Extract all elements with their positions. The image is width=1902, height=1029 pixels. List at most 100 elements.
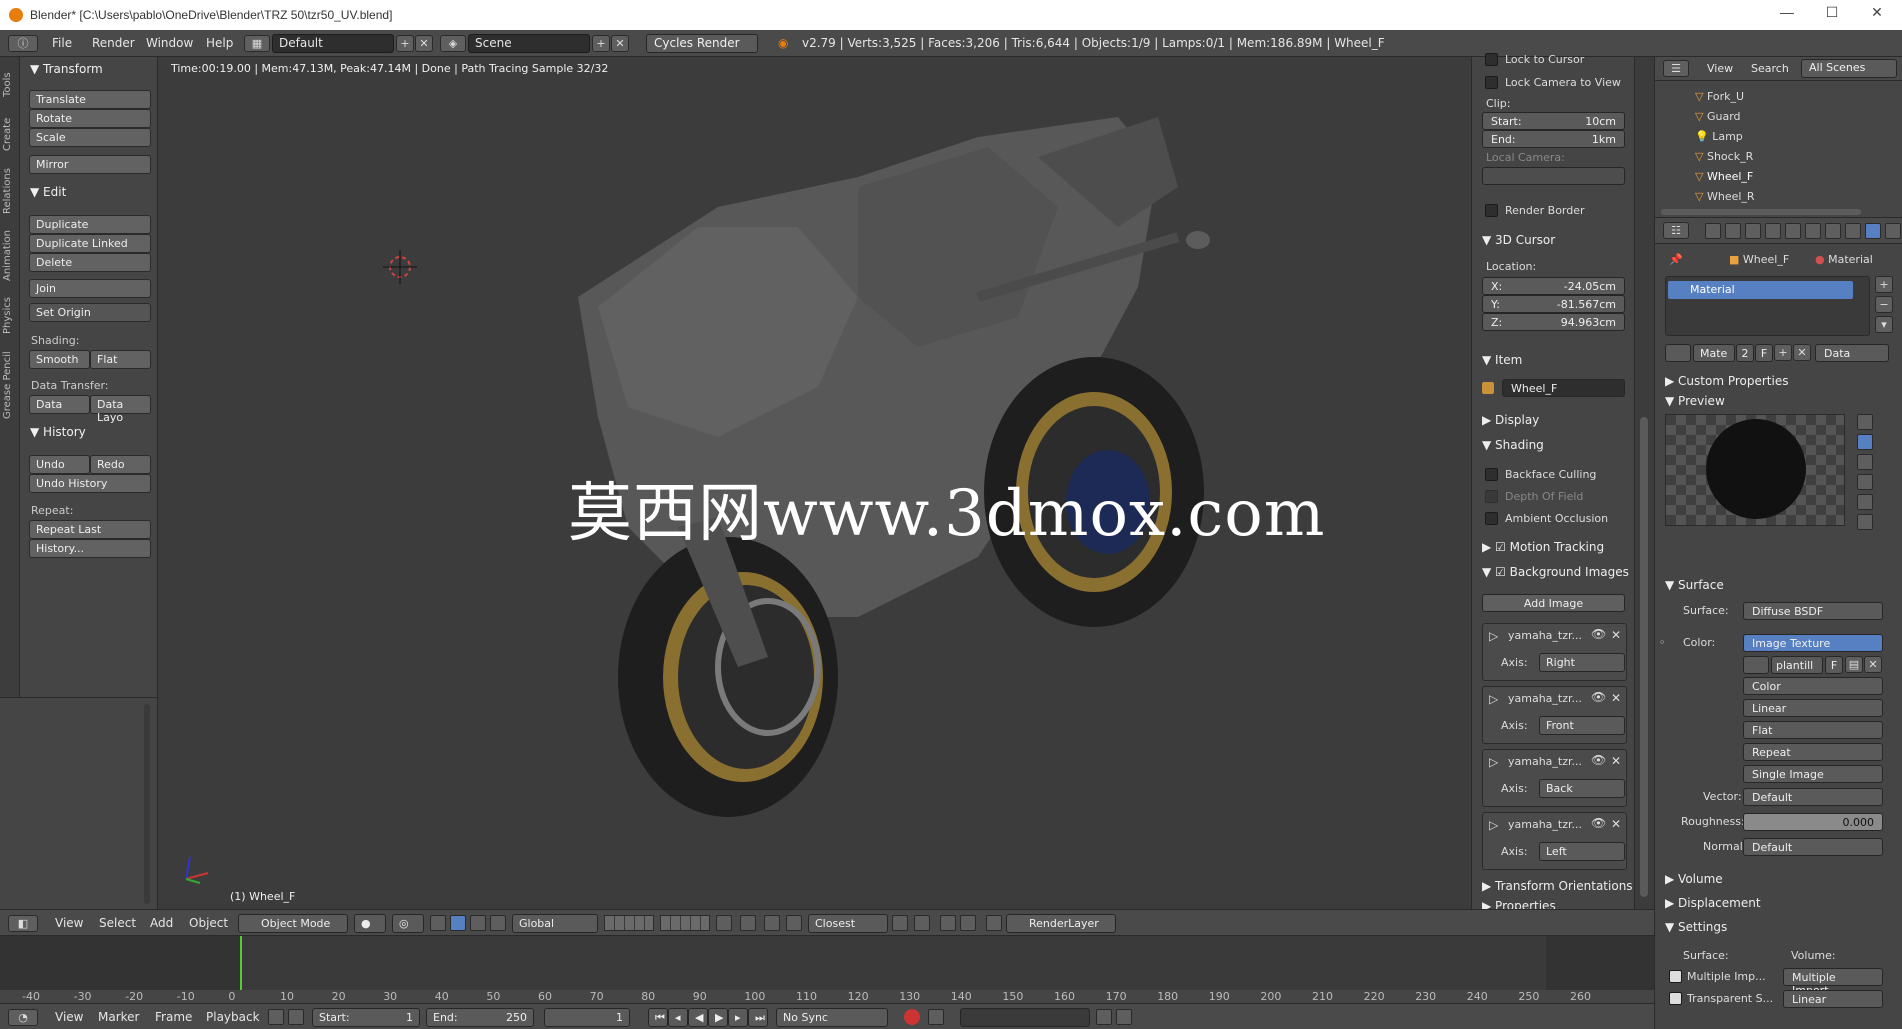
tab-animation[interactable]: Animation [2, 225, 18, 287]
background-image-item[interactable]: ▷ yamaha_tzr... 👁 ✕ Axis: Right [1482, 623, 1627, 681]
menu-object[interactable]: Object [189, 916, 228, 930]
outliner-display-dropdown[interactable]: All Scenes [1801, 59, 1897, 78]
add-image-button[interactable]: Add Image [1482, 594, 1625, 612]
undo-history-button[interactable]: Undo History [29, 474, 151, 493]
orientation-dropdown[interactable]: Global [512, 914, 598, 933]
play-reverse-icon[interactable]: ◀ [688, 1008, 708, 1027]
local-camera-field[interactable] [1482, 167, 1625, 185]
jump-start-icon[interactable]: ⏮ [648, 1008, 668, 1027]
volume-interpolation-dropdown[interactable]: Linear [1783, 990, 1883, 1008]
tab-relations[interactable]: Relations [2, 161, 18, 221]
render-animation-icon[interactable] [960, 915, 976, 931]
tab-tools[interactable]: Tools [2, 65, 18, 105]
timeline-menu-marker[interactable]: Marker [98, 1010, 139, 1024]
projection-dropdown[interactable]: Flat [1743, 721, 1883, 739]
tab-grease-pencil[interactable]: Grease Pencil [2, 345, 18, 425]
layers-grid-2[interactable] [660, 915, 710, 931]
expand-icon[interactable]: ▷ [1489, 755, 1498, 769]
surface-shader-dropdown[interactable]: Diffuse BSDF [1743, 602, 1883, 620]
flat-button[interactable]: Flat [90, 350, 151, 369]
world-tab-icon[interactable] [1765, 223, 1781, 239]
3d-view-editor-type-icon[interactable]: ◧ [8, 915, 38, 932]
preview-header[interactable]: ▼ Preview [1665, 394, 1725, 408]
menu-render[interactable]: Render [92, 36, 135, 50]
history-button[interactable]: History... [29, 539, 151, 558]
scene-add-icon[interactable]: + [592, 35, 610, 52]
start-frame-field[interactable]: Start: 1 [312, 1008, 420, 1027]
displacement-header[interactable]: ▶ Displacement [1665, 896, 1761, 910]
end-frame-field[interactable]: End: 250 [426, 1008, 534, 1027]
color-socket-icon[interactable]: ◦ [1659, 636, 1666, 649]
maximize-button[interactable]: ☐ [1810, 4, 1854, 26]
snap-project-icon[interactable] [914, 915, 930, 931]
delete-keyframe-icon[interactable] [1116, 1009, 1132, 1025]
constraints-tab-icon[interactable] [1805, 223, 1821, 239]
slot-menu-icon[interactable]: ▾ [1875, 316, 1893, 333]
snap-target-dropdown[interactable]: Closest [808, 914, 888, 933]
snap-align-icon[interactable] [892, 915, 908, 931]
duplicate-button[interactable]: Duplicate [29, 215, 151, 234]
outliner-scrollbar[interactable] [1661, 209, 1861, 215]
timeline-menu-view[interactable]: View [55, 1010, 83, 1024]
outliner-item-fork-u[interactable]: ▽ Fork_U [1695, 90, 1744, 108]
tab-physics[interactable]: Physics [2, 291, 18, 341]
sync-dropdown[interactable]: No Sync [776, 1008, 888, 1027]
pin-icon[interactable]: 📌 [1669, 253, 1683, 266]
mode-dropdown[interactable]: Object Mode [238, 914, 348, 933]
backface-culling-checkbox[interactable] [1485, 468, 1498, 481]
eye-icon[interactable]: 👁 [1591, 753, 1606, 767]
transform-orientations-header[interactable]: ▶ Transform Orientations [1482, 879, 1633, 893]
layers-grid-1[interactable] [604, 915, 654, 931]
data-transfer-layout-button[interactable]: Data Layo [90, 395, 151, 424]
axis-dropdown[interactable]: Back [1539, 779, 1625, 798]
outliner-search-menu[interactable]: Search [1751, 62, 1789, 75]
keying-set-icon[interactable] [928, 1009, 944, 1025]
modifiers-tab-icon[interactable] [1825, 223, 1841, 239]
color-input-dropdown[interactable]: Image Texture [1743, 634, 1883, 652]
color-space-dropdown[interactable]: Color [1743, 677, 1883, 695]
properties-editor-type-icon[interactable]: ☷ [1663, 222, 1689, 239]
proportional-edit-icon[interactable] [740, 915, 756, 931]
interpolation-dropdown[interactable]: Linear [1743, 699, 1883, 717]
outliner-view-menu[interactable]: View [1707, 62, 1733, 75]
background-image-item[interactable]: ▷ yamaha_tzr... 👁 ✕ Axis: Front [1482, 686, 1627, 744]
axis-dropdown[interactable]: Right [1539, 653, 1625, 672]
preview-cube-icon[interactable] [1857, 454, 1873, 470]
timeline-editor-type-icon[interactable]: ◔ [8, 1009, 38, 1026]
remove-icon[interactable]: ✕ [1611, 817, 1621, 831]
npanel-scrollbar[interactable] [1640, 417, 1648, 897]
background-image-item[interactable]: ▷ yamaha_tzr... 👁 ✕ Axis: Back [1482, 749, 1627, 807]
layout-icon[interactable]: ▦ [244, 35, 270, 52]
keying-set-field[interactable] [960, 1008, 1090, 1027]
operator-panel-scrollbar[interactable] [144, 704, 150, 904]
data-transfer-button[interactable]: Data [29, 395, 90, 414]
volume-sampling-dropdown[interactable]: Multiple Import... [1783, 968, 1883, 997]
axis-dropdown[interactable]: Left [1539, 842, 1625, 861]
jump-keyframe-forward-icon[interactable]: ▸ [728, 1008, 748, 1027]
preview-sky-icon[interactable] [1857, 514, 1873, 530]
outliner-item-guard[interactable]: ▽ Guard [1695, 110, 1741, 128]
cursor-y-field[interactable]: Y: -81.567cm [1482, 295, 1625, 313]
shading-panel-header[interactable]: ▼ Shading [1482, 438, 1544, 452]
preview-monkey-icon[interactable] [1857, 474, 1873, 490]
rotate-button[interactable]: Rotate [29, 109, 151, 128]
edit-panel-header[interactable]: ▼ Edit [30, 185, 66, 199]
data-tab-icon[interactable] [1845, 223, 1861, 239]
menu-file[interactable]: File [52, 36, 72, 50]
add-slot-icon[interactable]: + [1875, 276, 1893, 293]
preview-sphere-icon[interactable] [1857, 434, 1873, 450]
render-border-checkbox[interactable] [1485, 204, 1498, 217]
eye-icon[interactable]: 👁 [1591, 690, 1606, 704]
snap-toggle-icon[interactable] [764, 915, 780, 931]
unlink-image-icon[interactable]: ✕ [1864, 656, 1882, 673]
image-browse-icon[interactable] [1743, 656, 1769, 674]
image-name-field[interactable]: plantill [1771, 656, 1823, 674]
cursor-x-field[interactable]: X: -24.05cm [1482, 277, 1625, 295]
remove-icon[interactable]: ✕ [1611, 628, 1621, 642]
timeline-menu-frame[interactable]: Frame [155, 1010, 192, 1024]
render-tab-icon[interactable] [1705, 223, 1721, 239]
display-panel-header[interactable]: ▶ Display [1482, 413, 1539, 427]
scene-remove-icon[interactable]: ✕ [611, 35, 629, 52]
info-editor-type-icon[interactable]: ⓘ [8, 35, 38, 52]
open-image-icon[interactable]: ▤ [1845, 656, 1863, 673]
